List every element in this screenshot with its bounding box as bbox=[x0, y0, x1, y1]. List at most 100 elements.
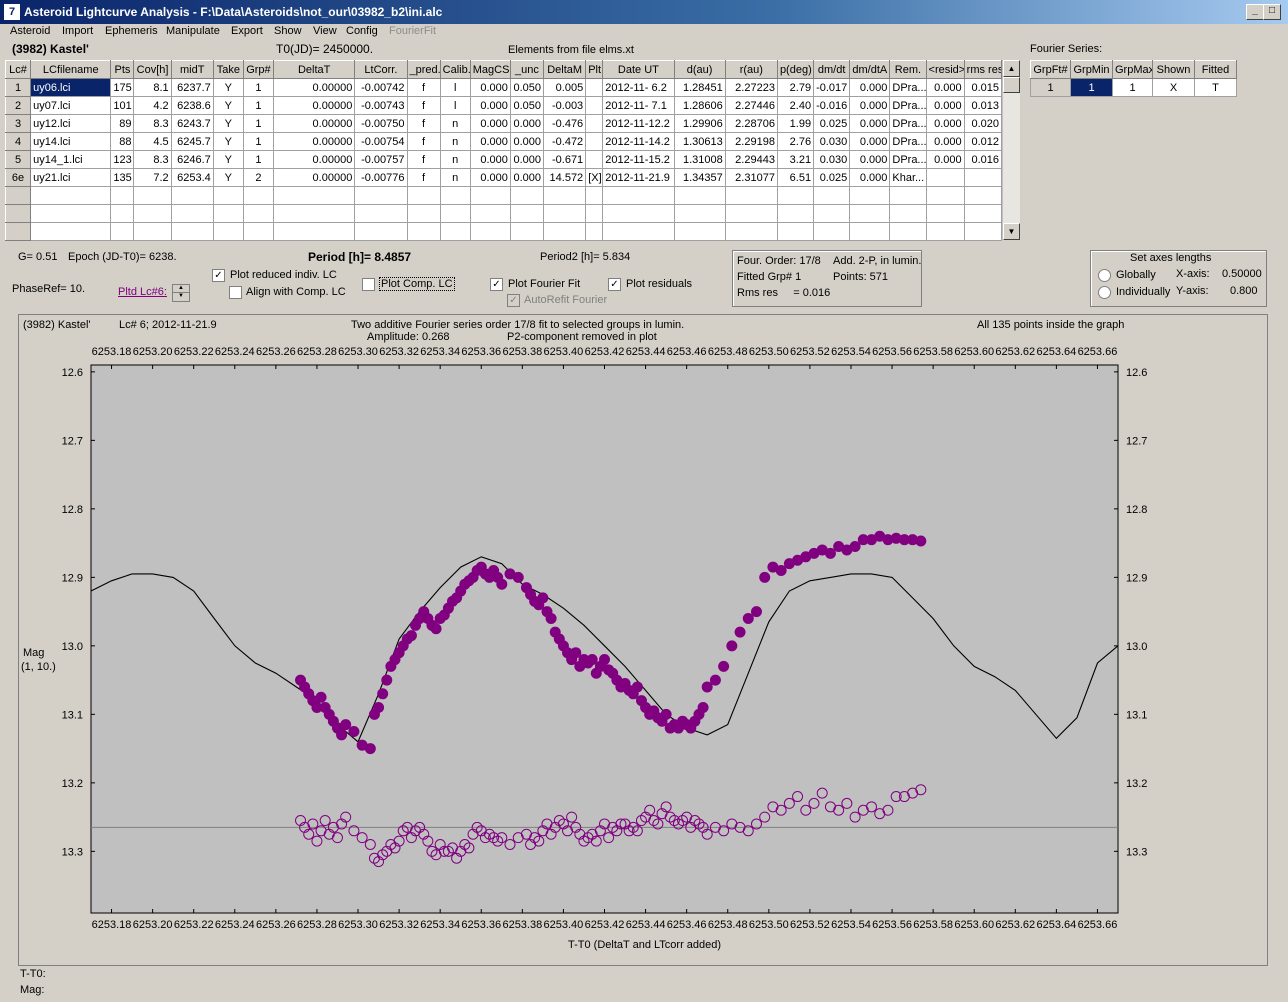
table-cell[interactable] bbox=[212, 204, 244, 223]
fourier-cell-fitted[interactable]: T bbox=[1194, 78, 1237, 97]
table-cell[interactable] bbox=[170, 186, 214, 205]
table-cell[interactable]: 7.2 bbox=[133, 168, 172, 187]
table-cell[interactable] bbox=[776, 186, 815, 205]
table-cell[interactable]: 2.27223 bbox=[724, 78, 778, 97]
table-cell[interactable]: 0.020 bbox=[963, 114, 1003, 133]
table-cell[interactable]: 8.3 bbox=[133, 114, 172, 133]
table-row-empty[interactable] bbox=[4, 222, 1003, 241]
table-cell[interactable]: 4 bbox=[4, 132, 32, 151]
table-cell[interactable]: -0.00750 bbox=[354, 114, 408, 133]
column-header[interactable]: MagCS bbox=[469, 60, 511, 79]
table-cell[interactable]: 0.000 bbox=[925, 132, 965, 151]
table-cell[interactable]: 6243.7 bbox=[170, 114, 214, 133]
table-cell[interactable] bbox=[813, 186, 851, 205]
period-field[interactable]: Period [h]= 8.4857 bbox=[308, 250, 411, 264]
table-cell[interactable]: 1.29906 bbox=[673, 114, 726, 133]
align-comp-checkbox[interactable] bbox=[229, 286, 242, 299]
table-cell[interactable] bbox=[813, 222, 851, 241]
table-cell[interactable] bbox=[543, 204, 587, 223]
table-cell[interactable] bbox=[724, 186, 778, 205]
table-cell[interactable]: 0.013 bbox=[963, 96, 1003, 115]
table-cell[interactable]: 6238.6 bbox=[170, 96, 214, 115]
column-header[interactable]: dm/dtA bbox=[849, 60, 891, 79]
table-cell[interactable]: l bbox=[439, 78, 471, 97]
table-cell[interactable]: 1 bbox=[242, 150, 275, 169]
table-cell[interactable]: 2.27446 bbox=[724, 96, 778, 115]
table-cell[interactable] bbox=[30, 222, 112, 241]
column-header[interactable]: DeltaM bbox=[543, 60, 587, 79]
table-cell[interactable]: 0.030 bbox=[813, 150, 851, 169]
table-cell[interactable]: 6.51 bbox=[776, 168, 815, 187]
table-cell[interactable] bbox=[849, 204, 891, 223]
table-cell[interactable]: 0.000 bbox=[849, 168, 891, 187]
column-header[interactable]: Grp# bbox=[242, 60, 275, 79]
table-cell[interactable] bbox=[724, 204, 778, 223]
table-cell[interactable]: 2012-11- 7.1 bbox=[602, 96, 675, 115]
table-cell[interactable]: 0.000 bbox=[849, 114, 891, 133]
xaxis-value[interactable]: 0.50000 bbox=[1222, 268, 1262, 280]
table-row[interactable]: 3 uy12.lci 89 8.3 6243.7 Y 1 0.00000 -0.00750 f n 0… bbox=[4, 114, 1003, 133]
table-cell[interactable]: 6246.7 bbox=[170, 150, 214, 169]
table-cell[interactable] bbox=[925, 204, 965, 223]
minimize-button[interactable]: _ bbox=[1246, 4, 1264, 20]
table-cell[interactable]: 0.00000 bbox=[272, 150, 356, 169]
column-header[interactable]: <resid> bbox=[925, 60, 965, 79]
table-cell[interactable]: Khar... bbox=[889, 168, 927, 187]
column-header[interactable]: Rem. bbox=[889, 60, 927, 79]
scroll-up-icon[interactable]: ▲ bbox=[1003, 60, 1020, 77]
table-cell[interactable] bbox=[673, 222, 726, 241]
table-cell[interactable] bbox=[439, 204, 471, 223]
table-row-empty[interactable] bbox=[4, 204, 1003, 223]
fourier-cell-grpft[interactable]: 1 bbox=[1030, 78, 1071, 97]
table-cell[interactable]: 0.000 bbox=[469, 150, 511, 169]
table-cell[interactable] bbox=[439, 186, 471, 205]
table-cell[interactable]: uy07.lci bbox=[30, 96, 112, 115]
table-row[interactable]: 1 uy06.lci 175 8.1 6237.7 Y 1 0.00000 -0.00742 f l… bbox=[4, 78, 1003, 97]
table-cell[interactable] bbox=[889, 204, 927, 223]
table-cell[interactable] bbox=[406, 204, 441, 223]
table-cell[interactable]: -0.003 bbox=[543, 96, 587, 115]
table-cell[interactable]: 1.99 bbox=[776, 114, 815, 133]
table-cell[interactable]: Y bbox=[212, 78, 244, 97]
table-cell[interactable]: -0.671 bbox=[543, 150, 587, 169]
table-cell[interactable]: 14.572 bbox=[543, 168, 587, 187]
table-cell[interactable]: -0.472 bbox=[543, 132, 587, 151]
table-cell[interactable]: -0.017 bbox=[813, 78, 851, 97]
table-cell[interactable]: 2.29443 bbox=[724, 150, 778, 169]
table-cell[interactable] bbox=[469, 204, 511, 223]
table-cell[interactable]: DPra... bbox=[889, 78, 927, 97]
table-cell[interactable]: 0.050 bbox=[509, 78, 545, 97]
table-cell[interactable]: Y bbox=[212, 168, 244, 187]
table-cell[interactable]: 135 bbox=[110, 168, 135, 187]
fourier-cell-shown[interactable]: X bbox=[1152, 78, 1195, 97]
table-cell[interactable]: 0.00000 bbox=[272, 96, 356, 115]
period2-value[interactable]: Period2 [h]= 5.834 bbox=[540, 251, 630, 263]
table-cell[interactable]: n bbox=[439, 114, 471, 133]
table-cell[interactable] bbox=[242, 222, 275, 241]
table-cell[interactable] bbox=[849, 186, 891, 205]
plotted-lc-link[interactable]: Pltd Lc#6: bbox=[118, 286, 167, 298]
table-cell[interactable]: f bbox=[406, 150, 441, 169]
table-cell[interactable]: 0.025 bbox=[813, 114, 851, 133]
spin-down-icon[interactable]: ▼ bbox=[173, 293, 189, 300]
table-cell[interactable]: 0.00000 bbox=[272, 132, 356, 151]
table-cell[interactable] bbox=[889, 222, 927, 241]
table-cell[interactable]: uy12.lci bbox=[30, 114, 112, 133]
table-row[interactable]: 2 uy07.lci 101 4.2 6238.6 Y 1 0.00000 -0.00743 f l… bbox=[4, 96, 1003, 115]
plot-comp-checkbox[interactable] bbox=[362, 278, 375, 291]
individually-radio[interactable] bbox=[1098, 286, 1111, 299]
table-cell[interactable] bbox=[585, 96, 604, 115]
table-cell[interactable]: 0.000 bbox=[925, 78, 965, 97]
table-cell[interactable]: l bbox=[439, 96, 471, 115]
table-cell[interactable]: 0.000 bbox=[925, 114, 965, 133]
table-cell[interactable] bbox=[469, 186, 511, 205]
table-cell[interactable]: f bbox=[406, 114, 441, 133]
table-cell[interactable] bbox=[585, 204, 604, 223]
table-cell[interactable] bbox=[585, 78, 604, 97]
table-cell[interactable] bbox=[469, 222, 511, 241]
column-header[interactable]: r(au) bbox=[724, 60, 778, 79]
table-cell[interactable] bbox=[4, 204, 32, 223]
column-header[interactable]: Lc# bbox=[4, 60, 32, 79]
table-cell[interactable] bbox=[406, 222, 441, 241]
table-cell[interactable] bbox=[585, 186, 604, 205]
